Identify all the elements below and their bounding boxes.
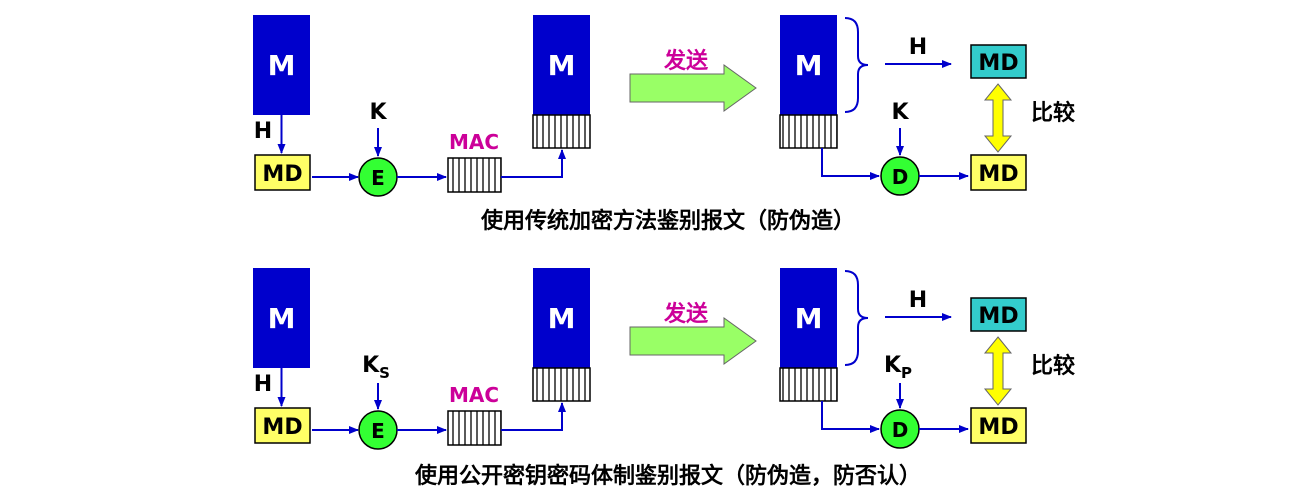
digest-label: MD — [262, 415, 302, 440]
combined-message-label: M — [548, 302, 576, 335]
message-label: M — [268, 302, 296, 335]
mac-box — [447, 157, 502, 193]
decrypt-key-label: KP — [884, 353, 912, 382]
combined-mac-block — [532, 114, 591, 149]
compare-label: 比较 — [1031, 100, 1075, 126]
mac-to-decrypt-arrow — [821, 148, 880, 180]
computed-digest-label: MD — [978, 304, 1018, 329]
mac-label: MAC — [449, 130, 499, 154]
encrypt-key-label: KS — [362, 353, 390, 382]
send-label: 发送 — [663, 301, 708, 327]
encrypt-label: E — [371, 166, 385, 190]
hash-label: H — [254, 372, 272, 397]
receiver-hash-label: H — [909, 35, 927, 60]
decrypted-digest-label: MD — [978, 415, 1018, 440]
digest-label: MD — [262, 162, 302, 187]
caption: 使用公开密钥密码体制鉴别报文（防伪造，防否认） — [414, 463, 921, 489]
caption: 使用传统加密方法鉴别报文（防伪造） — [480, 208, 855, 234]
panel-public-key: M H MD E KS MAC M 发送 M H MD 比较 KP D MD 使… — [253, 268, 1075, 489]
send-label: 发送 — [663, 48, 708, 74]
mac-append-arrow — [501, 402, 566, 431]
encrypt-label: E — [371, 419, 385, 443]
mac-append-arrow — [501, 149, 566, 178]
message-label: M — [268, 49, 296, 82]
brace — [844, 270, 869, 366]
received-message-label: M — [795, 49, 823, 82]
combined-mac-block — [532, 367, 591, 402]
hash-label: H — [254, 119, 272, 144]
panel-traditional: M H MD E K MAC M 发送 M H MD 比较 K D MD 使用传… — [253, 15, 1075, 234]
received-message-label: M — [795, 302, 823, 335]
decrypted-digest-label: MD — [978, 162, 1018, 187]
mac-box — [447, 410, 502, 446]
mac-to-decrypt-arrow — [821, 401, 880, 433]
decrypt-key-label: K — [891, 100, 909, 125]
received-mac-block — [779, 114, 838, 149]
received-mac-block — [779, 367, 838, 402]
combined-message-label: M — [548, 49, 576, 82]
compare-label: 比较 — [1031, 353, 1075, 379]
computed-digest-label: MD — [978, 51, 1018, 76]
brace — [844, 17, 869, 113]
decrypt-label: D — [892, 165, 909, 189]
encrypt-key-label: K — [369, 100, 387, 125]
mac-label: MAC — [449, 383, 499, 407]
compare-arrow — [983, 83, 1013, 153]
diagram: M H MD E K MAC M 发送 M H MD 比较 K D MD 使用传… — [253, 15, 1075, 489]
receiver-hash-label: H — [909, 288, 927, 313]
decrypt-label: D — [892, 418, 909, 442]
compare-arrow — [983, 336, 1013, 406]
